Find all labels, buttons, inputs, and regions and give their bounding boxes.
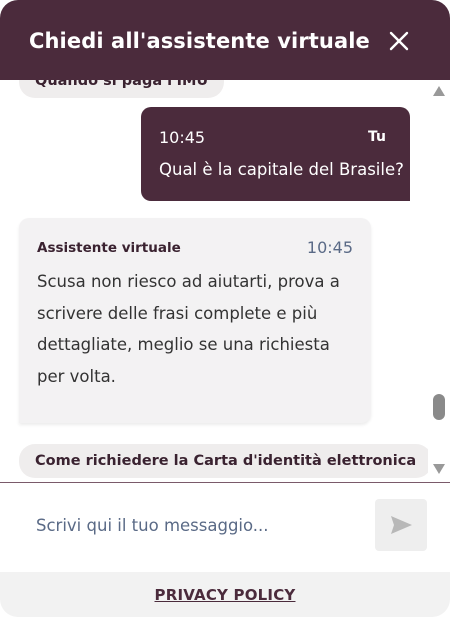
suggestion-chip[interactable]: Quando si paga l'IMU	[19, 80, 225, 98]
message-sender: Tu	[368, 129, 386, 145]
privacy-policy-link[interactable]: PRIVACY POLICY	[155, 586, 296, 604]
message-time: 10:45	[306, 238, 353, 257]
chat-footer: PRIVACY POLICY	[0, 572, 450, 617]
suggestion-chip[interactable]: Come richiedere la Carta d'identità elet…	[19, 444, 433, 478]
message-text: Scusa non riesco ad aiutarti, prova a sc…	[37, 272, 340, 386]
scrollbar-thumb[interactable]	[433, 394, 445, 420]
chat-header: Chiedi all'assistente virtuale	[0, 0, 450, 80]
chat-title: Chiedi all'assistente virtuale	[29, 29, 370, 53]
message-list[interactable]: Quando si paga l'IMU 10:45 Tu Qual è la …	[0, 80, 450, 482]
scrollbar[interactable]	[428, 80, 450, 482]
message-input[interactable]	[22, 499, 362, 551]
close-button[interactable]	[385, 27, 413, 55]
scroll-up-arrow-icon[interactable]	[433, 86, 445, 96]
close-icon	[389, 31, 409, 51]
send-button[interactable]	[375, 499, 427, 551]
composer	[0, 483, 450, 572]
bot-message: Assistente virtuale 10:45 Scusa non ries…	[19, 218, 371, 423]
scroll-down-arrow-icon[interactable]	[433, 464, 445, 474]
user-message: 10:45 Tu Qual è la capitale del Brasile?	[141, 107, 410, 201]
message-time: 10:45	[159, 128, 206, 147]
send-icon	[391, 516, 412, 534]
chat-widget: Chiedi all'assistente virtuale Quando si…	[0, 0, 450, 617]
message-text: Qual è la capitale del Brasile?	[159, 160, 404, 179]
message-sender: Assistente virtuale	[37, 240, 181, 256]
